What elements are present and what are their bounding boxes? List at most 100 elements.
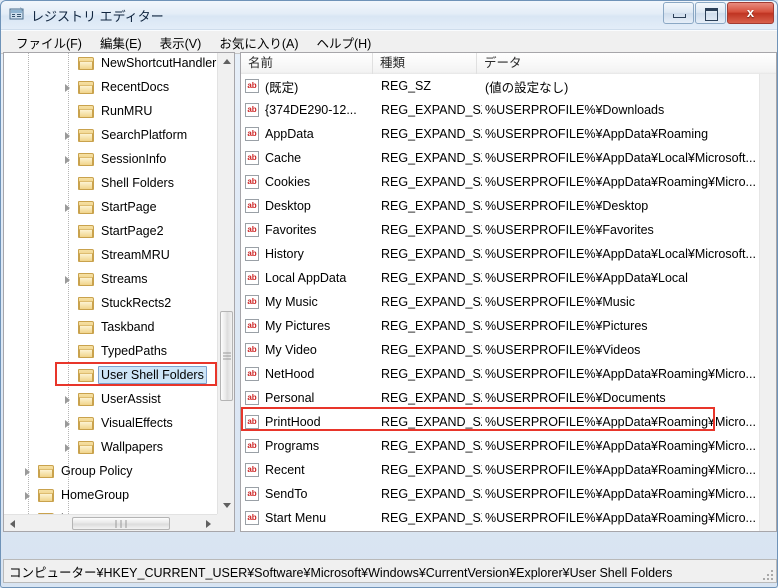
tree-item-typedpaths[interactable]: TypedPaths bbox=[4, 339, 217, 363]
chevron-right-icon bbox=[206, 519, 211, 528]
folder-icon bbox=[78, 56, 94, 70]
minimize-button[interactable] bbox=[663, 2, 694, 24]
table-row[interactable]: ab {374DE290-12... REG_EXPAND_SZ %USERPROFI… bbox=[241, 98, 759, 122]
tree-item-shell-folders[interactable]: Shell Folders bbox=[4, 171, 217, 195]
title-bar[interactable]: レジストリ エディター x bbox=[1, 1, 777, 30]
tree-scroll-left-button[interactable] bbox=[4, 515, 21, 531]
resize-grip-icon[interactable] bbox=[761, 568, 773, 580]
column-header-data[interactable]: データ bbox=[477, 53, 776, 74]
menu-help[interactable]: ヘルプ(H) bbox=[307, 31, 380, 54]
tree-item-ime[interactable]: ime bbox=[4, 507, 217, 514]
string-value-icon: ab bbox=[245, 343, 260, 357]
tree-item-group-policy[interactable]: Group Policy bbox=[4, 459, 217, 483]
menu-file[interactable]: ファイル(F) bbox=[7, 31, 91, 54]
table-row[interactable]: ab Cookies REG_EXPAND_SZ %USERPROFILE%¥AppD… bbox=[241, 170, 759, 194]
tree-item-label: Streams bbox=[101, 272, 148, 286]
tree-item-stuckrects2[interactable]: StuckRects2 bbox=[4, 291, 217, 315]
column-header-type[interactable]: 種類 bbox=[373, 53, 477, 74]
cell-name: (既定) bbox=[265, 80, 299, 95]
tree-scroll-down-button[interactable] bbox=[218, 497, 234, 514]
string-value-icon: ab bbox=[245, 487, 260, 501]
cell-type: REG_EXPAND_SZ bbox=[381, 367, 482, 381]
tree-item-streams[interactable]: Streams bbox=[4, 267, 217, 291]
cell-type: REG_EXPAND_SZ bbox=[381, 103, 482, 117]
tree-vertical-scrollbar[interactable] bbox=[217, 53, 234, 514]
table-row[interactable]: abStartupREG_EXPAND_SZ%USERPROFILE%¥AppD… bbox=[241, 530, 759, 531]
cell-data: %USERPROFILE%¥Videos bbox=[485, 343, 641, 357]
column-header-name[interactable]: 名前 bbox=[241, 53, 373, 74]
cell-data: %USERPROFILE%¥Pictures bbox=[485, 319, 648, 333]
tree-item-homegroup[interactable]: HomeGroup bbox=[4, 483, 217, 507]
menu-view[interactable]: 表示(V) bbox=[151, 31, 211, 54]
status-bar: コンピューター¥HKEY_CURRENT_USER¥Software¥Micro… bbox=[3, 559, 777, 583]
string-value-icon: ab bbox=[245, 463, 260, 477]
table-row[interactable]: ab (既定) REG_SZ (値の設定なし) bbox=[241, 74, 759, 98]
expand-arrow-icon[interactable] bbox=[62, 274, 73, 285]
expand-arrow-icon[interactable] bbox=[22, 490, 33, 501]
expand-arrow-icon[interactable] bbox=[62, 130, 73, 141]
folder-icon bbox=[78, 440, 94, 454]
grip-icon bbox=[114, 519, 129, 528]
tree-item-user-shell-folders[interactable]: User Shell Folders bbox=[4, 363, 217, 387]
tree-item-taskband[interactable]: Taskband bbox=[4, 315, 217, 339]
tree-item-userassist[interactable]: UserAssist bbox=[4, 387, 217, 411]
table-row[interactable]: ab Recent REG_EXPAND_SZ %USERPROFILE%¥AppDa… bbox=[241, 458, 759, 482]
cell-type: REG_EXPAND_SZ bbox=[381, 199, 482, 213]
list-vertical-scrollbar[interactable] bbox=[759, 74, 776, 531]
table-row[interactable]: ab Personal REG_EXPAND_SZ %USERPROFILE%¥Doc… bbox=[241, 386, 759, 410]
maximize-button[interactable] bbox=[695, 2, 726, 24]
tree-item-label: VisualEffects bbox=[101, 416, 173, 430]
expand-arrow-icon[interactable] bbox=[62, 418, 73, 429]
table-row[interactable]: ab Programs REG_EXPAND_SZ %USERPROFILE%¥App… bbox=[241, 434, 759, 458]
cell-data: %USERPROFILE%¥AppData¥Roaming bbox=[485, 127, 709, 141]
tree-item-streammru[interactable]: StreamMRU bbox=[4, 243, 217, 267]
table-row[interactable]: ab Start Menu REG_EXPAND_SZ %USERPROFILE%¥A… bbox=[241, 506, 759, 530]
table-row[interactable]: ab AppData REG_EXPAND_SZ %USERPROFILE%¥AppD… bbox=[241, 122, 759, 146]
tree-item-runmru[interactable]: RunMRU bbox=[4, 99, 217, 123]
tree-horizontal-scrollbar[interactable] bbox=[4, 514, 217, 531]
tree-hscroll-thumb[interactable] bbox=[72, 517, 170, 530]
cell-name: {374DE290-12... bbox=[265, 103, 357, 117]
registry-values-pane[interactable]: 名前 種類 データ ab (既定) REG_SZ (値の設定なし) ab {374DE29… bbox=[240, 52, 777, 532]
tree-item-startpage2[interactable]: StartPage2 bbox=[4, 219, 217, 243]
tree-item-visualeffects[interactable]: VisualEffects bbox=[4, 411, 217, 435]
tree-item-label: RecentDocs bbox=[101, 80, 170, 94]
table-row[interactable]: ab NetHood REG_EXPAND_SZ %USERPROFILE%¥AppD… bbox=[241, 362, 759, 386]
tree-item-newshortcuthandler[interactable]: NewShortcutHandler bbox=[4, 53, 217, 75]
tree-item-label: Shell Folders bbox=[101, 176, 174, 190]
tree-scroll-right-button[interactable] bbox=[200, 515, 217, 531]
tree-item-startpage[interactable]: StartPage bbox=[4, 195, 217, 219]
list-rows: ab (既定) REG_SZ (値の設定なし) ab {374DE290-12... REG… bbox=[241, 74, 759, 531]
table-row[interactable]: ab SendTo REG_EXPAND_SZ %USERPROFILE%¥AppDa… bbox=[241, 482, 759, 506]
close-button[interactable]: x bbox=[727, 2, 774, 24]
table-row[interactable]: ab My Pictures REG_EXPAND_SZ %USERPROFILE%¥… bbox=[241, 314, 759, 338]
cell-name: SendTo bbox=[265, 487, 308, 501]
expand-arrow-icon[interactable] bbox=[62, 82, 73, 93]
tree-item-recentdocs[interactable]: RecentDocs bbox=[4, 75, 217, 99]
tree-item-sessioninfo[interactable]: SessionInfo bbox=[4, 147, 217, 171]
tree-scroll-up-button[interactable] bbox=[218, 53, 234, 70]
table-row[interactable]: ab My Video REG_EXPAND_SZ %USERPROFILE%¥Vid… bbox=[241, 338, 759, 362]
expand-arrow-icon[interactable] bbox=[62, 442, 73, 453]
expand-arrow-icon[interactable] bbox=[62, 394, 73, 405]
expand-arrow-icon[interactable] bbox=[62, 202, 73, 213]
table-row[interactable]: ab History REG_EXPAND_SZ %USERPROFILE%¥AppD… bbox=[241, 242, 759, 266]
table-row[interactable]: ab Local AppData REG_EXPAND_SZ %USERPROFILE… bbox=[241, 266, 759, 290]
table-row[interactable]: ab Favorites REG_EXPAND_SZ %USERPROFILE%¥Fa… bbox=[241, 218, 759, 242]
table-row[interactable]: ab My Music REG_EXPAND_SZ %USERPROFILE%¥Mus… bbox=[241, 290, 759, 314]
menu-edit[interactable]: 編集(E) bbox=[91, 31, 151, 54]
registry-tree-pane[interactable]: NewShortcutHandler RecentDocs RunMRU Search… bbox=[3, 52, 235, 532]
table-row[interactable]: ab Cache REG_EXPAND_SZ %USERPROFILE%¥AppDat… bbox=[241, 146, 759, 170]
tree-item-wallpapers[interactable]: Wallpapers bbox=[4, 435, 217, 459]
menu-bar: ファイル(F) 編集(E) 表示(V) お気に入り(A) ヘルプ(H) bbox=[1, 30, 777, 54]
tree-item-searchplatform[interactable]: SearchPlatform bbox=[4, 123, 217, 147]
table-row[interactable]: ab PrintHood REG_EXPAND_SZ %USERPROFILE%¥Ap… bbox=[241, 410, 759, 434]
expand-arrow-icon[interactable] bbox=[62, 154, 73, 165]
expand-arrow-icon[interactable] bbox=[22, 466, 33, 477]
menu-favorites[interactable]: お気に入り(A) bbox=[210, 31, 307, 54]
tree-scroll-thumb[interactable] bbox=[220, 311, 233, 401]
tree-rows: NewShortcutHandler RecentDocs RunMRU Search… bbox=[4, 53, 217, 514]
table-row[interactable]: ab Desktop REG_EXPAND_SZ %USERPROFILE%¥Desk… bbox=[241, 194, 759, 218]
